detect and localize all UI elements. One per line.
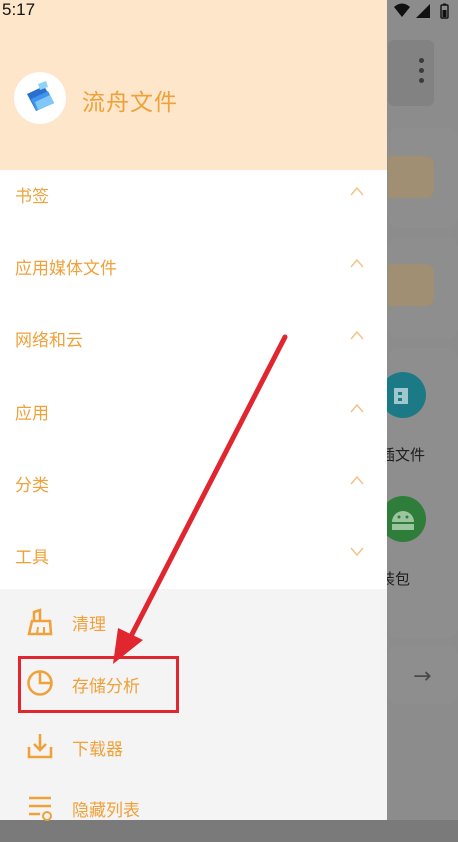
download-icon xyxy=(27,734,53,759)
section-label: 应用媒体文件 xyxy=(15,259,117,279)
drawer-section-network-cloud[interactable]: 网络和云 xyxy=(0,326,387,386)
section-label: 工具 xyxy=(15,548,49,568)
chevron-down-icon xyxy=(350,547,364,557)
tool-label: 清理 xyxy=(72,615,106,635)
section-label: 分类 xyxy=(15,476,49,496)
annotation-highlight-box xyxy=(18,656,179,713)
broom-icon xyxy=(27,608,53,636)
drawer-section-bookmarks[interactable]: 书签 xyxy=(0,182,387,242)
status-time: 5:17 xyxy=(2,0,36,19)
drawer-header: 流舟文件 xyxy=(0,0,387,170)
background-chip xyxy=(388,156,434,198)
signal-icon xyxy=(416,4,430,18)
tool-item-hidden-list[interactable]: 隐藏列表 xyxy=(0,792,387,842)
app-title: 流舟文件 xyxy=(82,90,178,116)
section-label: 网络和云 xyxy=(15,331,83,351)
more-options-icon[interactable] xyxy=(414,58,428,88)
chevron-up-icon xyxy=(350,258,364,268)
background-chip xyxy=(388,264,434,306)
status-icons xyxy=(392,2,452,24)
drawer-section-app-media[interactable]: 应用媒体文件 xyxy=(0,254,387,314)
chevron-up-icon xyxy=(350,403,364,413)
app-logo xyxy=(14,72,66,124)
chevron-up-icon xyxy=(350,330,364,340)
tool-item-downloader[interactable]: 下载器 xyxy=(0,731,387,781)
drawer-section-categories[interactable]: 分类 xyxy=(0,471,387,531)
status-bar: 5:17 xyxy=(0,0,458,22)
battery-icon xyxy=(440,3,449,19)
chevron-up-icon xyxy=(350,475,364,485)
wifi-icon xyxy=(394,3,410,17)
drawer-section-apps[interactable]: 应用 xyxy=(0,399,387,459)
chevron-up-icon xyxy=(350,186,364,196)
arrow-right-icon[interactable]: → xyxy=(413,664,431,689)
tool-label: 隐藏列表 xyxy=(72,801,140,821)
tool-label: 下载器 xyxy=(72,740,123,760)
section-label: 应用 xyxy=(15,404,49,424)
section-label: 书签 xyxy=(15,187,49,207)
hidden-list-icon xyxy=(29,796,52,821)
tool-item-cleaner[interactable]: 清理 xyxy=(0,606,387,656)
